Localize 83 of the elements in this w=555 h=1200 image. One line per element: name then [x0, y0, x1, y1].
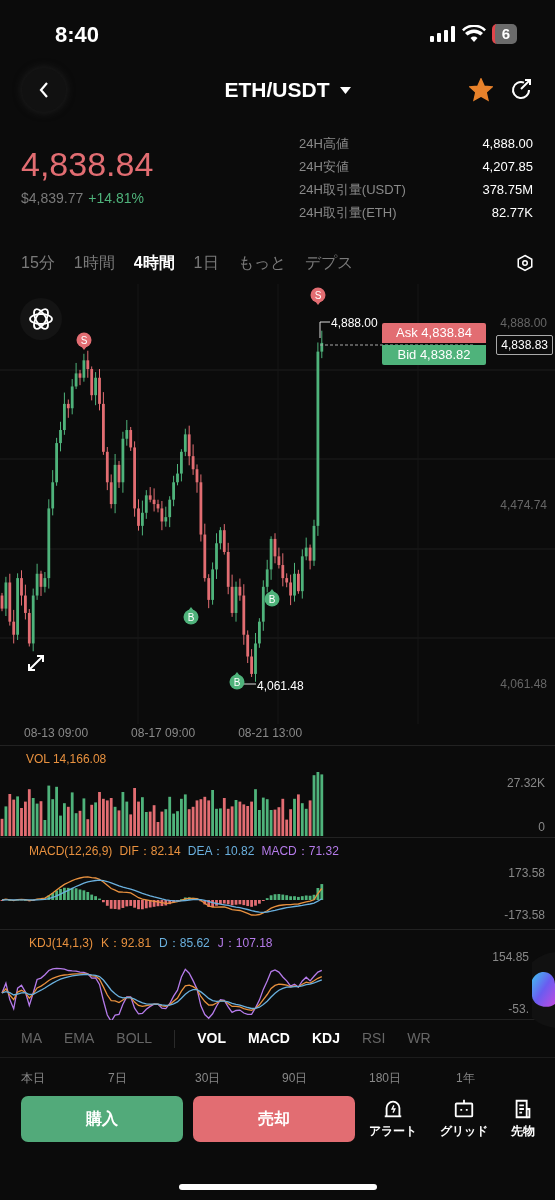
- pair-selector[interactable]: ETH/USDT: [224, 74, 351, 106]
- stat-value: 378.75M: [482, 181, 533, 199]
- current-price-tag: 4,838.83: [496, 335, 553, 355]
- usd-price: $4,839.77: [21, 189, 84, 208]
- sell-marker: S: [310, 287, 326, 305]
- assistant-button[interactable]: [20, 298, 62, 340]
- indicator-tab[interactable]: EMA: [64, 1028, 95, 1049]
- price-change: +14.81%: [88, 189, 144, 208]
- kdj-title: KDJ(14,1,3): [29, 935, 94, 952]
- time-axis-label: 08-17 09:00: [131, 725, 196, 742]
- timeframe-tab[interactable]: 1日: [193, 251, 219, 275]
- stat-value: 4,207.85: [482, 158, 533, 176]
- axis-label: 154.85: [492, 949, 529, 966]
- timeframe-tab[interactable]: 1時間: [73, 251, 115, 275]
- axis-label: -173.58: [504, 907, 545, 924]
- stat-value: 82.77K: [491, 204, 533, 222]
- tool-button[interactable]: グリッド: [440, 1098, 488, 1140]
- time-axis-label: 08-21 13:00: [238, 725, 303, 742]
- time-axis-label: 08-13 09:00: [24, 725, 89, 742]
- d-value: D：85.62: [159, 935, 210, 952]
- floating-assistant-icon[interactable]: [532, 950, 555, 1030]
- tool-button[interactable]: アラート: [369, 1098, 417, 1140]
- indicator-tab[interactable]: WR: [407, 1028, 431, 1049]
- period-option[interactable]: 7日: [108, 1069, 195, 1087]
- bell-icon: [382, 1098, 404, 1120]
- buy-marker: B: [229, 672, 245, 690]
- axis-label: 0: [538, 819, 545, 836]
- axis-label: 173.58: [508, 865, 545, 882]
- axis-label: -53.: [508, 1001, 529, 1018]
- stat-label: 24H安値: [299, 158, 349, 176]
- robot-icon: [453, 1098, 475, 1120]
- last-price: 4,838.84: [21, 144, 154, 184]
- signal-icon: [429, 26, 456, 42]
- star-icon[interactable]: [469, 78, 493, 102]
- back-icon: [38, 81, 50, 99]
- expand-icon[interactable]: [27, 654, 45, 672]
- indicator-tab[interactable]: RSI: [361, 1028, 386, 1049]
- high-price-label: 4,888.00: [331, 315, 378, 332]
- timeframe-tab[interactable]: もっと: [237, 251, 286, 275]
- stat-label: 24H取引量(USDT): [299, 181, 406, 199]
- timeframe-tab[interactable]: 4時間: [133, 251, 175, 275]
- vol-title: VOL 14,166.08: [26, 751, 107, 768]
- stat-value: 4,888.00: [482, 135, 533, 153]
- stat-label: 24H取引量(ETH): [299, 204, 397, 222]
- k-value: K：92.81: [101, 935, 152, 952]
- sell-button[interactable]: 売却: [193, 1096, 355, 1142]
- axis-label: 27.32K: [506, 775, 545, 792]
- bid-price-tag: Bid 4,838.82: [382, 345, 486, 365]
- buy-marker: B: [264, 589, 280, 607]
- status-time: 8:40: [55, 20, 100, 49]
- indicator-tab[interactable]: KDJ: [311, 1028, 340, 1049]
- period-option[interactable]: 180日: [369, 1069, 456, 1087]
- period-option[interactable]: 1年: [456, 1069, 543, 1087]
- axis-label: 4,061.48: [500, 676, 547, 693]
- battery-indicator: 6: [491, 24, 517, 44]
- timeframe-tab[interactable]: 15分: [21, 251, 55, 275]
- indicator-tab[interactable]: MA: [21, 1028, 42, 1049]
- tool-button[interactable]: 先物: [511, 1098, 535, 1140]
- buy-marker: B: [183, 607, 199, 625]
- sell-marker: S: [76, 332, 92, 350]
- period-option[interactable]: 本日: [21, 1069, 108, 1087]
- indicator-tab[interactable]: VOL: [197, 1028, 226, 1049]
- axis-label: 4,888.00: [500, 315, 547, 332]
- caret-icon: [339, 86, 351, 94]
- macd-value: MACD：71.32: [261, 843, 339, 860]
- dif-value: DIF：82.14: [119, 843, 181, 860]
- atom-icon: [28, 306, 54, 332]
- high-leader-line: [319, 321, 331, 339]
- settings-icon[interactable]: [516, 254, 534, 272]
- indicator-tab[interactable]: MACD: [247, 1028, 290, 1049]
- low-price-label: 4,061.48: [257, 678, 304, 695]
- macd-title: MACD(12,26,9): [29, 843, 113, 860]
- wifi-icon: [461, 25, 486, 43]
- ask-price-tag: Ask 4,838.84: [382, 323, 486, 343]
- share-icon[interactable]: [509, 78, 533, 102]
- j-value: J：107.18: [217, 935, 273, 952]
- indicator-tab[interactable]: BOLL: [116, 1028, 153, 1049]
- dea-value: DEA：10.82: [187, 843, 255, 860]
- period-option[interactable]: 30日: [195, 1069, 282, 1087]
- period-option[interactable]: 90日: [282, 1069, 369, 1087]
- timeframe-tab[interactable]: デプス: [304, 251, 353, 275]
- stat-label: 24H高値: [299, 135, 349, 153]
- axis-label: 4,474.74: [500, 497, 547, 514]
